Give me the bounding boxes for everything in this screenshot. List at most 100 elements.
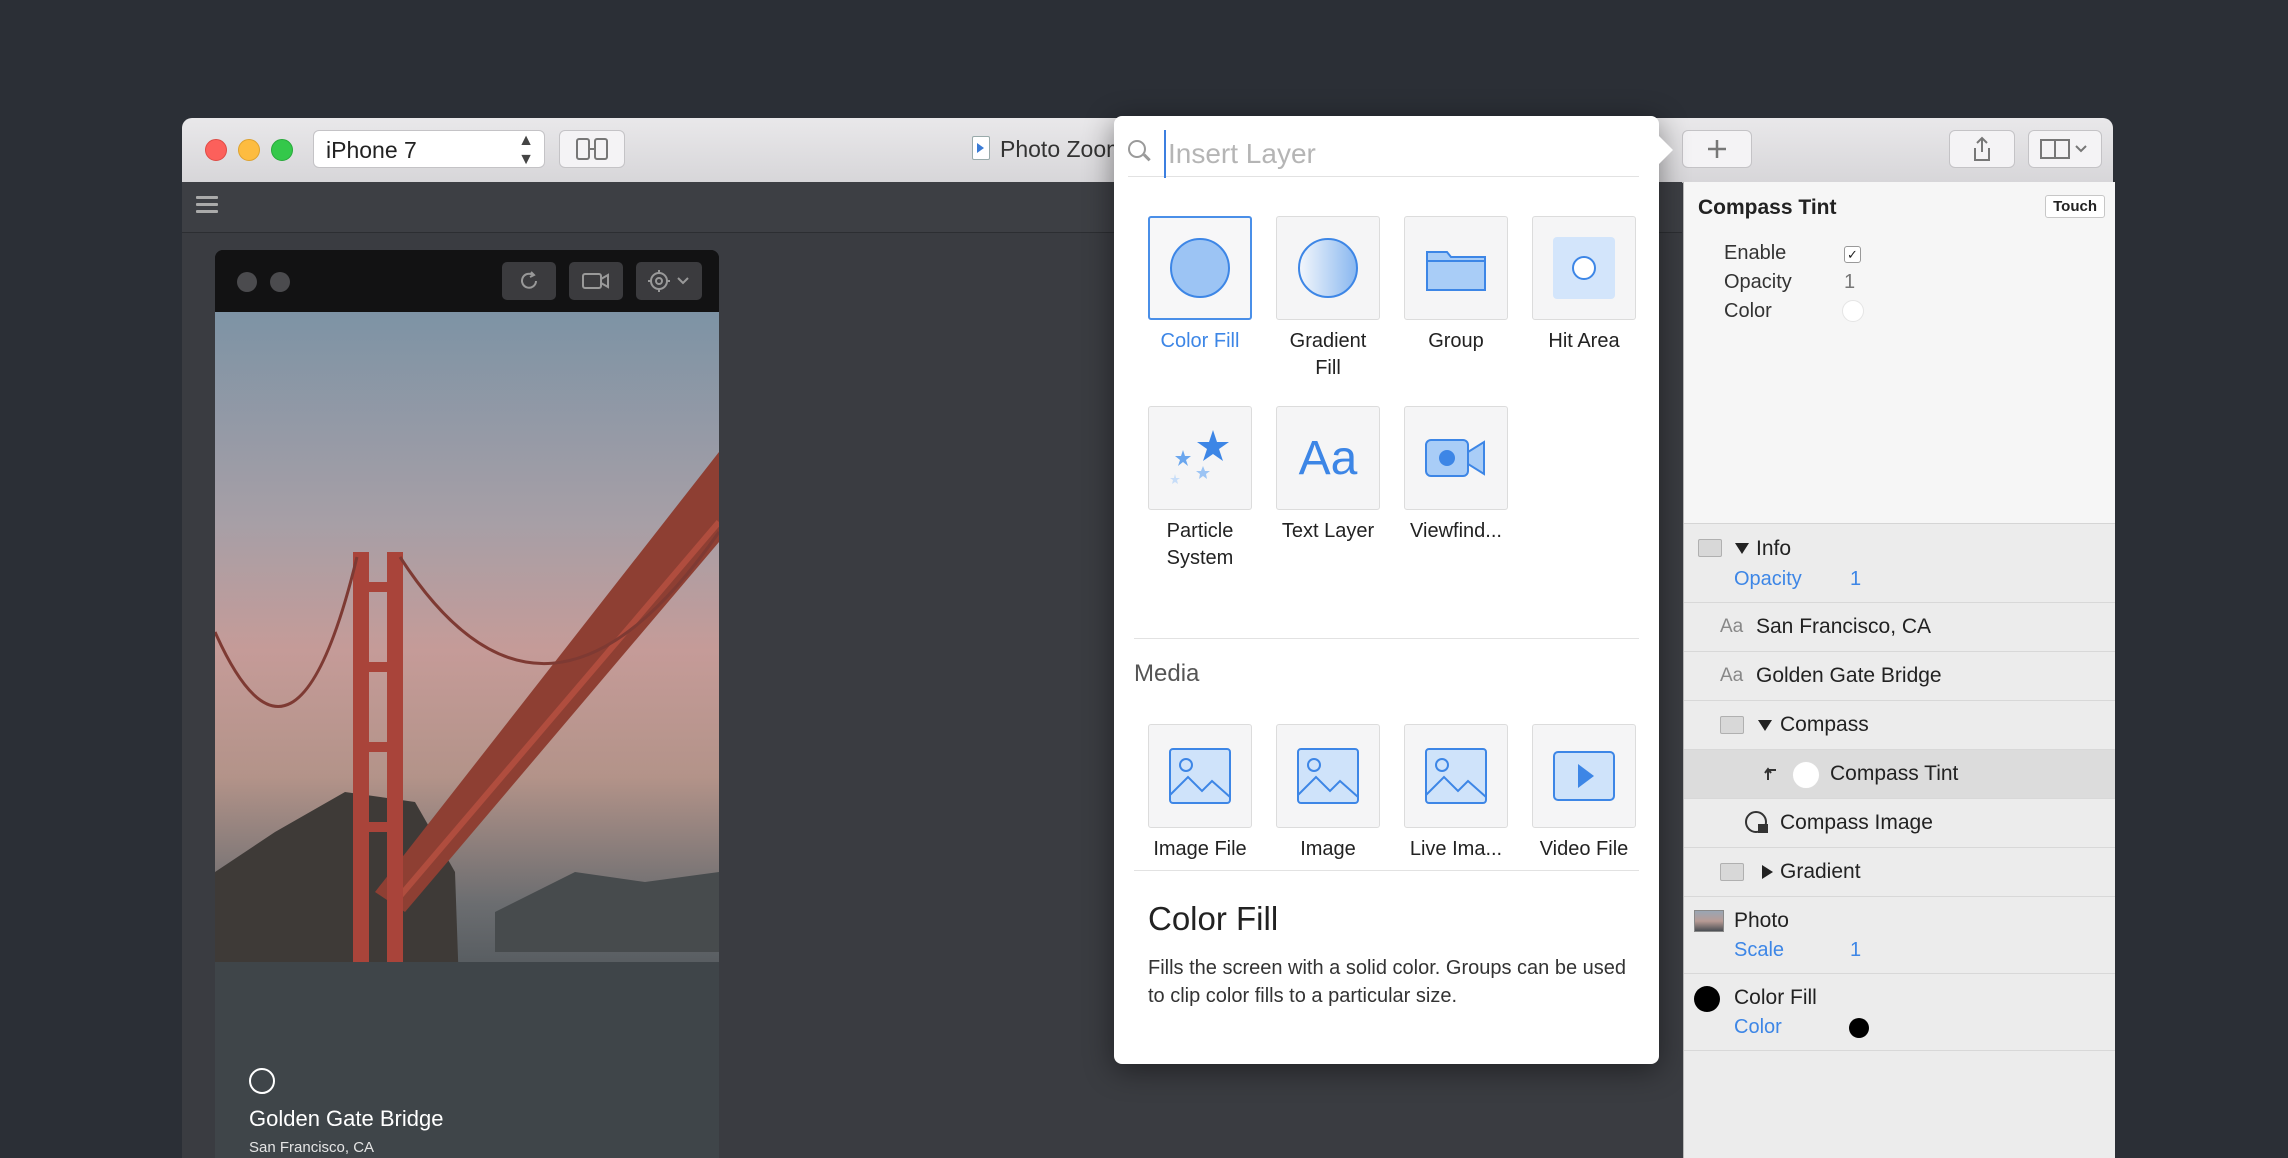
photo-thumbnail (1694, 910, 1724, 932)
divider (1134, 638, 1639, 639)
minimize-button[interactable] (238, 139, 260, 161)
layer-prop-label: Scale (1734, 939, 1785, 961)
device-select[interactable]: iPhone 7 ▲ ▼ (313, 130, 545, 168)
layer-name: Compass (1780, 713, 1869, 736)
tile-viewfinder[interactable]: Viewfind... (1396, 406, 1516, 545)
insert-layer-popover: Color Fill Gradient Fill Group Hit Area (1114, 116, 1673, 1064)
image-icon (1169, 748, 1231, 804)
mirror-icon (576, 138, 608, 160)
layer-row-compass-tint[interactable]: Compass Tint (1684, 750, 2115, 799)
gear-icon (648, 270, 689, 292)
layer-row-sf[interactable]: Aa San Francisco, CA (1684, 603, 2115, 652)
tile-video-file[interactable]: Video File (1524, 724, 1644, 863)
opacity-label: Opacity (1724, 271, 1792, 293)
layer-prop-value[interactable]: 1 (1850, 568, 1861, 591)
menu-icon[interactable] (196, 196, 218, 217)
tile-label: Image File (1153, 838, 1247, 860)
add-button[interactable] (1682, 130, 1752, 168)
image-lock-icon (1745, 811, 1768, 833)
layer-row-color-fill[interactable]: Color Fill Color (1684, 974, 2115, 1051)
color-dot (1792, 761, 1820, 789)
mirror-device-button[interactable] (559, 130, 625, 168)
color-swatch[interactable] (1842, 300, 1864, 322)
tile-label: Text Layer (1281, 520, 1375, 542)
folder-icon (1720, 716, 1744, 734)
disclosure-triangle-icon[interactable] (1735, 543, 1749, 554)
layer-name: Gradient (1780, 860, 1861, 883)
share-icon (1974, 136, 1990, 161)
compass-icon (249, 1068, 275, 1094)
plus-icon (1708, 140, 1726, 158)
tile-hit-area[interactable]: Hit Area (1524, 216, 1644, 355)
tile-group[interactable]: Group (1396, 216, 1516, 355)
layer-name: Info (1756, 537, 1792, 560)
text-layer-icon: Aa (1720, 665, 1744, 686)
device-close-dot[interactable] (237, 272, 257, 292)
image-icon (1425, 748, 1487, 804)
description-body: Fills the screen with a solid color. Gro… (1148, 957, 1627, 1007)
tile-particle-system[interactable]: Particle System (1140, 406, 1260, 572)
layer-row-photo[interactable]: Photo Scale 1 (1684, 897, 2115, 974)
image-icon (1297, 748, 1359, 804)
layer-name: Compass Tint (1830, 762, 1959, 785)
device-toolbar (215, 250, 719, 312)
updown-chevron-icon: ▲ ▼ (518, 132, 534, 168)
document-title: Photo Zoom (972, 136, 1125, 163)
view-menu-button[interactable] (2028, 130, 2102, 168)
enable-checkbox[interactable]: ✓ (1844, 246, 1861, 263)
tile-text-layer[interactable]: Aa Text Layer (1268, 406, 1388, 545)
record-button[interactable] (569, 262, 623, 300)
tile-gradient-fill[interactable]: Gradient Fill (1268, 216, 1388, 382)
tile-live-image[interactable]: Live Ima... (1396, 724, 1516, 863)
color-fill-icon (1170, 238, 1230, 298)
close-button[interactable] (205, 139, 227, 161)
reload-button[interactable] (502, 262, 556, 300)
layer-row-gradient[interactable]: Gradient (1684, 848, 2115, 897)
layer-row-golden-gate[interactable]: Aa Golden Gate Bridge (1684, 652, 2115, 701)
video-camera-icon (582, 273, 609, 289)
folder-icon (1720, 863, 1744, 881)
tile-label: Hit Area (1548, 330, 1620, 352)
folder-icon (1426, 251, 1486, 291)
disclosure-triangle-icon[interactable] (1758, 720, 1772, 731)
tile-label: Group (1428, 330, 1484, 352)
disclosure-triangle-icon[interactable] (1762, 865, 1773, 879)
layer-row-compass[interactable]: Compass (1684, 701, 2115, 750)
layer-name: Compass Image (1780, 811, 1933, 834)
text-aa-icon: Aa (1298, 431, 1358, 485)
share-button[interactable] (1949, 130, 2015, 168)
tile-image[interactable]: Image (1268, 724, 1388, 863)
inspector-title: Compass Tint (1698, 196, 1837, 219)
device-settings-button[interactable] (636, 262, 702, 300)
sidebar-layout-icon (2040, 139, 2087, 159)
tile-label: Gradient Fill (1289, 330, 1367, 379)
touch-button[interactable]: Touch (2045, 195, 2105, 218)
tile-label: Image (1300, 838, 1356, 860)
tile-color-fill[interactable]: Color Fill (1140, 216, 1260, 355)
layer-row-compass-image[interactable]: Compass Image (1684, 799, 2115, 848)
document-icon (972, 136, 990, 160)
tile-label: Viewfind... (1410, 520, 1502, 542)
device-minimize-dot[interactable] (270, 272, 290, 292)
color-label: Color (1724, 300, 1772, 322)
device-select-value: iPhone 7 (326, 137, 417, 163)
tile-image-file[interactable]: Image File (1140, 724, 1260, 863)
text-layer-icon: Aa (1720, 616, 1744, 637)
photo-subtitle: San Francisco, CA (249, 1139, 375, 1156)
layer-name: Color Fill (1734, 986, 1817, 1009)
layer-prop-value[interactable]: 1 (1850, 939, 1861, 962)
tile-label: Live Ima... (1409, 838, 1503, 860)
layer-row-info[interactable]: Info Opacity 1 (1684, 524, 2115, 603)
enable-label: Enable (1724, 242, 1787, 264)
insert-layer-search-input[interactable] (1164, 130, 1590, 178)
folder-icon (1698, 539, 1722, 557)
color-fill-swatch[interactable] (1849, 1018, 1869, 1038)
media-section-header: Media (1134, 660, 1200, 687)
hit-area-icon (1553, 237, 1615, 299)
photo-title: Golden Gate Bridge (249, 1106, 444, 1131)
tile-label: Color Fill (1160, 330, 1240, 352)
clip-arrow-icon (1764, 767, 1776, 780)
search-icon (1128, 140, 1146, 158)
zoom-button[interactable] (271, 139, 293, 161)
opacity-value[interactable]: 1 (1844, 271, 1855, 294)
